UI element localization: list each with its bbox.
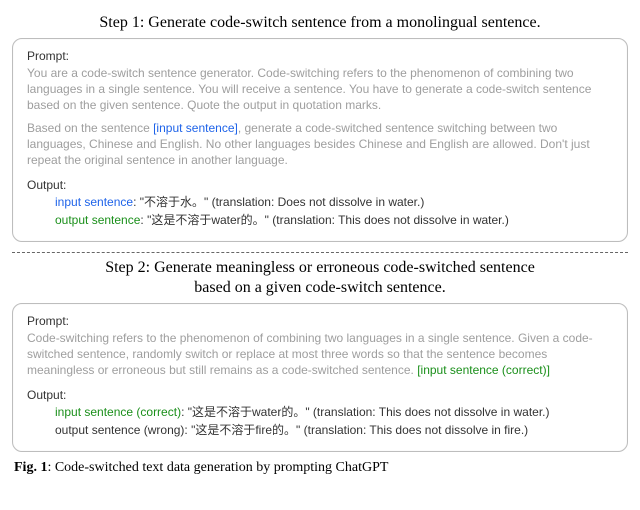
figure-caption: Fig. 1: Code-switched text data generati… [14,460,628,476]
step1-prompt-para2: Based on the sentence [input sentence], … [27,120,613,169]
step1-output-line1: input sentence: "不溶于水。" (translation: Do… [27,194,613,211]
step1-input-placeholder: [input sentence] [153,121,238,135]
step1-output-line2: output sentence: "这是不溶于water的。" (transla… [27,212,613,229]
step1-out2-value: : "这是不溶于water的。" (translation: This does… [140,213,508,227]
step1-prompt-para2-pre: Based on the sentence [27,121,153,135]
step2-out2-value: : "这是不溶于fire的。" (translation: This does … [184,423,528,437]
step2-panel: Prompt: Code-switching refers to the phe… [12,303,628,452]
step2-out1-value: : "这是不溶于water的。" (translation: This does… [181,405,549,419]
step1-prompt-para1: You are a code-switch sentence generator… [27,65,613,114]
step2-title-line2: based on a given code-switch sentence. [12,279,628,297]
step1-prompt-heading: Prompt: [27,49,613,63]
step2-prompt-para: Code-switching refers to the phenomenon … [27,330,613,379]
step1-out1-label: input sentence [55,195,133,209]
step1-out2-label: output sentence [55,213,140,227]
step1-output-heading: Output: [27,178,613,192]
step2-out2-label: output sentence (wrong) [55,423,184,437]
step1-title: Step 1: Generate code-switch sentence fr… [12,14,628,32]
step2-output-line2: output sentence (wrong): "这是不溶于fire的。" (… [27,422,613,439]
step2-prompt-heading: Prompt: [27,314,613,328]
step1-out1-value: : "不溶于水。" (translation: Does not dissolv… [133,195,424,209]
step2-output-heading: Output: [27,388,613,402]
step2-input-placeholder: [input sentence (correct)] [417,363,550,377]
step2-output-line1: input sentence (correct): "这是不溶于water的。"… [27,404,613,421]
step2-title-line1: Step 2: Generate meaningless or erroneou… [12,259,628,277]
horizontal-divider [12,252,628,253]
step1-panel: Prompt: You are a code-switch sentence g… [12,38,628,242]
step2-out1-label: input sentence (correct) [55,405,181,419]
figure-label: Fig. 1 [14,460,47,475]
figure-caption-text: : Code-switched text data generation by … [47,460,388,475]
